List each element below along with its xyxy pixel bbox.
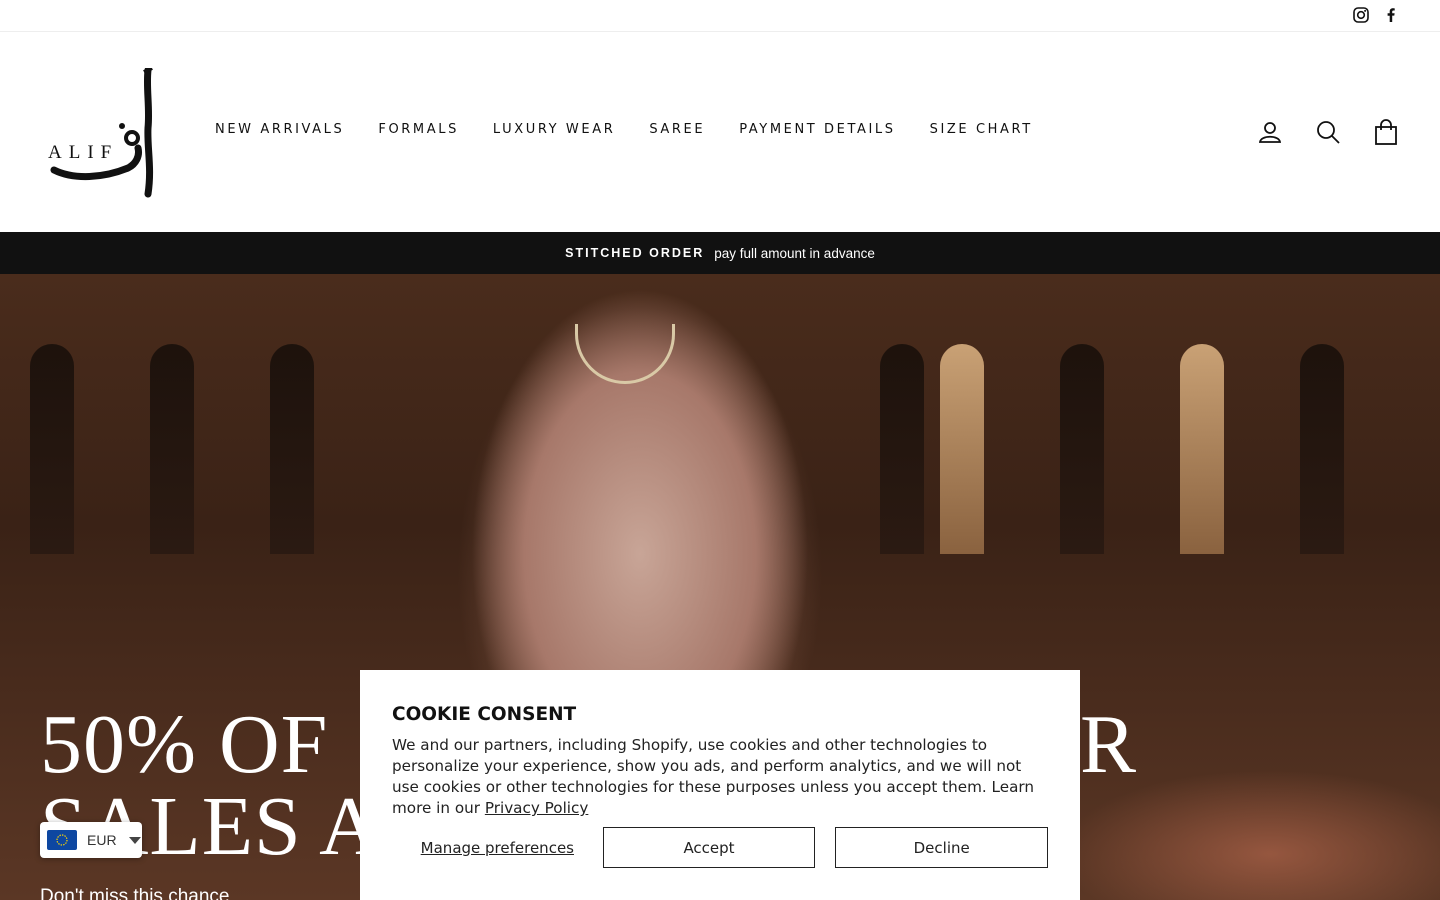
currency-code: EUR [87, 832, 117, 848]
cookie-title: COOKIE CONSENT [392, 704, 577, 725]
background-arch [30, 344, 74, 554]
hero-subtitle: Don't miss this chance [40, 886, 230, 900]
announcement-bar: STITCHED ORDER pay full amount in advanc… [0, 232, 1440, 274]
main-nav: NEW ARRIVALS FORMALS LUXURY WEAR SAREE P… [215, 122, 1067, 137]
nav-size-chart[interactable]: SIZE CHART [930, 122, 1033, 137]
background-arch [270, 344, 314, 554]
search-icon[interactable] [1314, 118, 1342, 146]
nav-new-arrivals[interactable]: NEW ARRIVALS [215, 122, 344, 137]
background-arch [880, 344, 924, 554]
social-links [1352, 6, 1400, 24]
privacy-policy-link[interactable]: Privacy Policy [485, 799, 589, 817]
hero-title-line-1-end: R [1080, 698, 1138, 791]
decline-button[interactable]: Decline [835, 827, 1049, 868]
background-arch [1300, 344, 1344, 554]
background-arch [940, 344, 984, 554]
logo[interactable]: ALIF [44, 66, 176, 200]
manage-preferences-link[interactable]: Manage preferences [392, 839, 603, 857]
background-arch [150, 344, 194, 554]
cookie-body: We and our partners, including Shopify, … [392, 735, 1048, 819]
nav-formals[interactable]: FORMALS [378, 122, 459, 137]
cookie-actions: Manage preferences Accept Decline [392, 827, 1049, 868]
nav-payment-details[interactable]: PAYMENT DETAILS [739, 122, 895, 137]
announcement-text: pay full amount in advance [714, 245, 875, 261]
site-header: ALIF NEW ARRIVALS FORMALS LUXURY WEAR SA… [0, 32, 1440, 232]
utility-bar [0, 0, 1440, 32]
nav-luxury-wear[interactable]: LUXURY WEAR [493, 122, 615, 137]
logo-text: ALIF [48, 142, 119, 163]
background-arch [1060, 344, 1104, 554]
facebook-icon[interactable] [1382, 6, 1400, 24]
background-arch [1180, 344, 1224, 554]
instagram-icon[interactable] [1352, 6, 1370, 24]
accept-button[interactable]: Accept [602, 827, 816, 868]
nav-saree[interactable]: SAREE [649, 122, 705, 137]
chevron-down-icon [128, 836, 141, 844]
cookie-consent-dialog: COOKIE CONSENT We and our partners, incl… [360, 670, 1080, 900]
user-icon[interactable] [1256, 118, 1284, 146]
currency-selector[interactable]: EUR [40, 822, 142, 858]
header-icons [1256, 118, 1400, 146]
eu-flag-icon [47, 830, 77, 850]
announcement-strong: STITCHED ORDER [565, 246, 705, 260]
hero-title-line-1: 50% OF [40, 698, 329, 791]
cart-icon[interactable] [1372, 118, 1400, 146]
